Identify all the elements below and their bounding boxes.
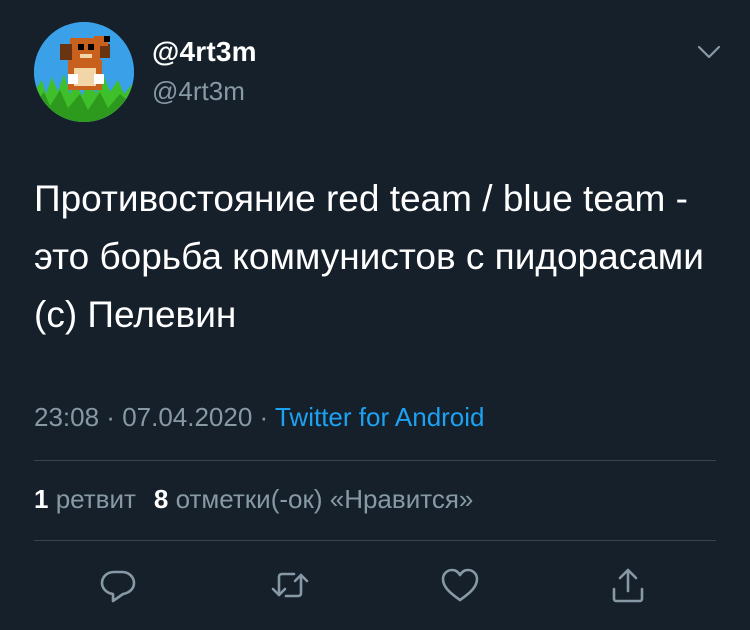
heart-icon xyxy=(441,568,479,602)
likes-count: 8 xyxy=(153,484,169,514)
reply-button[interactable] xyxy=(96,563,140,607)
chevron-down-icon[interactable] xyxy=(694,40,724,64)
meta-separator: · xyxy=(99,402,123,432)
tweet-stats: 1 ретвит 8 отметки(-ок) «Нравится» xyxy=(34,484,473,515)
tweet-meta: 23:08 · 07.04.2020 · Twitter for Android xyxy=(34,402,485,433)
retweets-label: ретвит xyxy=(55,484,136,514)
tweet-date: 07.04.2020 xyxy=(122,402,253,432)
retweet-icon xyxy=(271,572,309,598)
share-button[interactable] xyxy=(606,563,650,607)
share-icon xyxy=(612,568,644,603)
duck-hunt-dog-avatar-image xyxy=(34,22,134,122)
retweet-button[interactable] xyxy=(268,563,312,607)
tweet-time: 23:08 xyxy=(34,402,100,432)
retweets-count: 1 xyxy=(34,484,49,514)
tweet-detail: @4rt3m @4rt3m Противостояние red team / … xyxy=(0,0,750,630)
divider xyxy=(34,460,716,461)
reply-icon xyxy=(100,570,136,603)
author-handle[interactable]: @4rt3m xyxy=(152,76,245,107)
meta-separator: · xyxy=(252,402,275,432)
divider xyxy=(34,540,716,541)
avatar[interactable] xyxy=(34,22,134,122)
retweets-stat[interactable]: 1 ретвит xyxy=(34,484,136,514)
likes-stat[interactable]: 8 отметки(-ок) «Нравится» xyxy=(154,484,473,514)
like-button[interactable] xyxy=(438,563,482,607)
likes-label: отметки(-ок) «Нравится» xyxy=(175,484,474,514)
tweet-text: Противостояние red team / blue team - эт… xyxy=(34,178,704,335)
tweet-source-link[interactable]: Twitter for Android xyxy=(275,402,485,432)
author-display-name[interactable]: @4rt3m xyxy=(152,36,257,68)
